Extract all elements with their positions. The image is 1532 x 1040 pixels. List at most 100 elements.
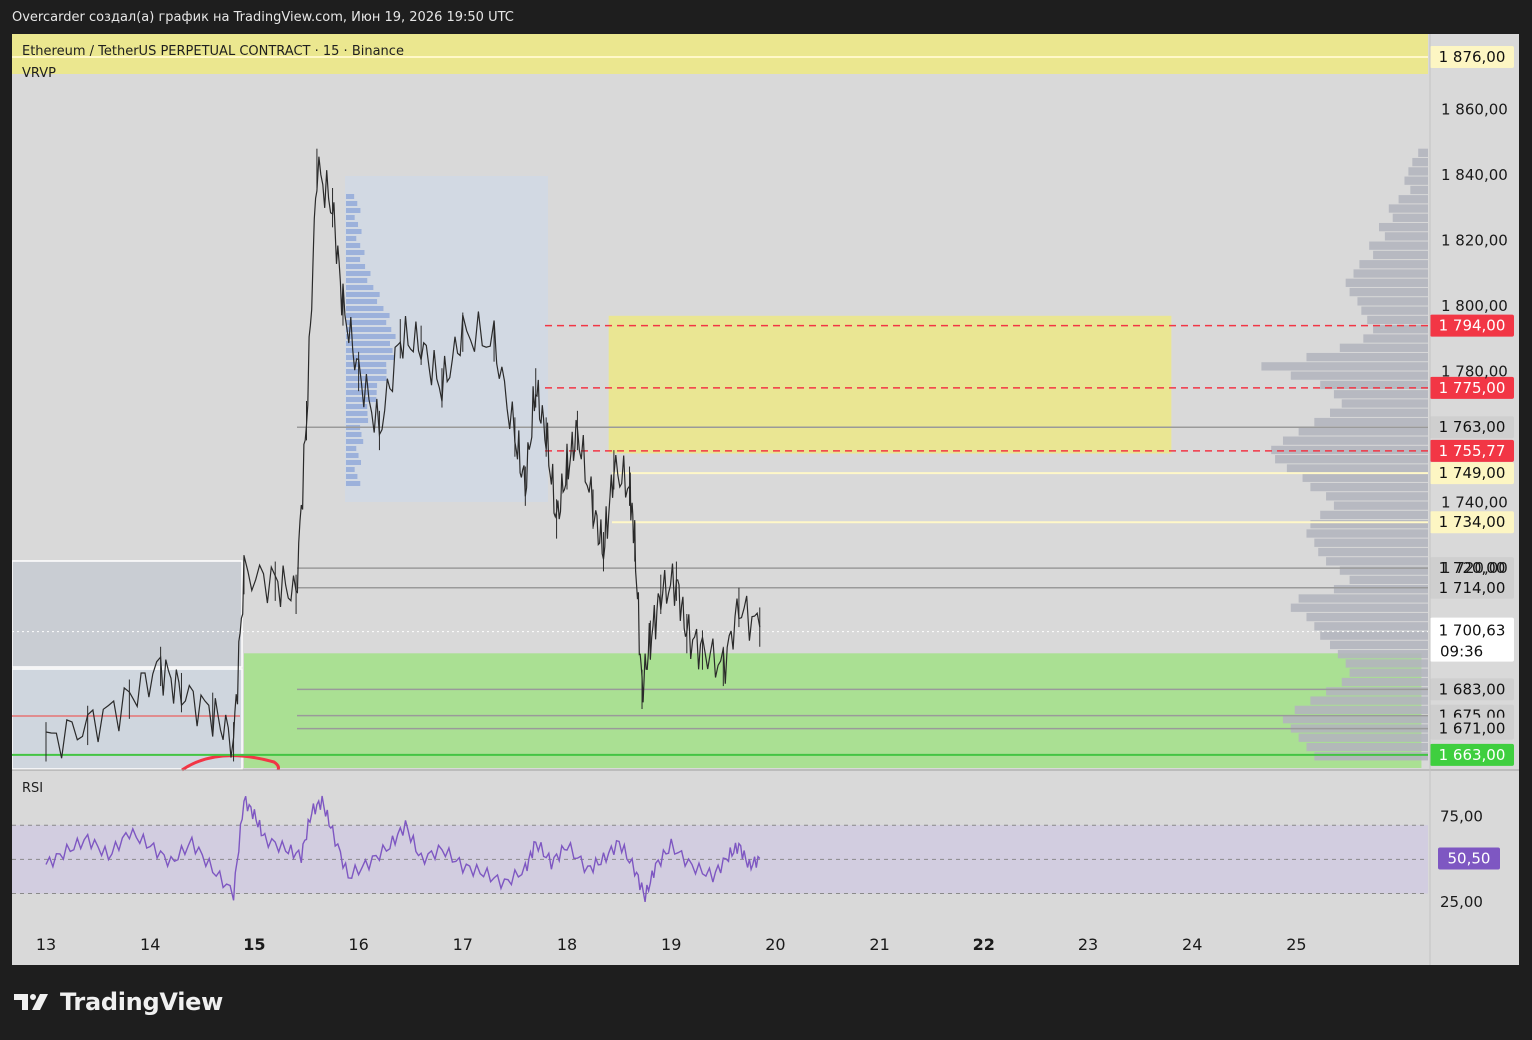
- volume-profile-bar: [1326, 557, 1428, 566]
- price-label: 1 683,00: [1439, 680, 1506, 698]
- chart-frame[interactable]: 1 876,00 1 794,00 1 775,00 1 763,00 1 755,77…: [12, 34, 1519, 965]
- volume-profile-bar: [1341, 399, 1428, 408]
- price-tick: 1 780,00: [1441, 363, 1508, 381]
- price-label: 1 876,00: [1439, 48, 1506, 66]
- time-tick: 25: [1286, 935, 1306, 954]
- volume-profile-bar: [1398, 195, 1428, 204]
- price-label: 1 794,00: [1439, 317, 1506, 335]
- volume-profile-bar: [1298, 427, 1428, 436]
- volume-profile-bar: [1330, 640, 1428, 650]
- session-vp-bar: [346, 194, 355, 199]
- indicator-label-vrvp[interactable]: VRVP: [22, 66, 56, 81]
- volume-profile-bar: [1418, 148, 1428, 157]
- volume-profile-bar: [1286, 464, 1428, 473]
- volume-profile-bar: [1306, 742, 1428, 752]
- session-vp-bar: [346, 481, 361, 486]
- indicator-label-rsi[interactable]: RSI: [22, 781, 43, 796]
- time-tick: 14: [140, 935, 160, 954]
- volume-profile-bar: [1306, 529, 1428, 538]
- volume-profile-bar: [1320, 631, 1428, 640]
- session-vp-bar: [346, 229, 362, 234]
- session-vp-bar: [346, 369, 387, 374]
- volume-profile-bar: [1282, 436, 1428, 445]
- volume-profile-bar: [1384, 232, 1428, 241]
- last-price-label: 1 700,63: [1439, 622, 1506, 640]
- range-box-upper: [12, 560, 243, 668]
- session-vp-bar: [346, 327, 392, 332]
- price-label: 1 714,00: [1439, 579, 1506, 597]
- time-tick: 16: [348, 935, 368, 954]
- session-vp-bar: [346, 439, 364, 444]
- session-vp-bar: [346, 320, 387, 325]
- price-label: 1 734,00: [1439, 513, 1506, 531]
- volume-profile-bar: [1349, 287, 1428, 297]
- price-label: 1 775,00: [1439, 379, 1506, 397]
- session-vp-bar: [346, 432, 362, 437]
- session-vp-bar: [346, 453, 359, 458]
- volume-profile-bar: [1412, 157, 1428, 167]
- rsi-tick: 25,00: [1440, 893, 1483, 911]
- volume-profile-bar: [1261, 362, 1428, 371]
- session-vp-bar: [346, 411, 368, 416]
- time-tick: 17: [453, 935, 473, 954]
- volume-profile-bar: [1369, 241, 1428, 250]
- volume-profile-bar: [1314, 417, 1428, 427]
- volume-profile-bar: [1404, 176, 1428, 185]
- session-vp-bar: [346, 446, 357, 451]
- session-vp-bar: [346, 271, 371, 276]
- rsi-tick: 75,00: [1440, 808, 1483, 826]
- volume-profile-bar: [1314, 538, 1428, 547]
- session-vp-bar: [346, 467, 355, 472]
- session-vp-bar: [346, 215, 355, 220]
- volume-profile-bar: [1361, 306, 1428, 315]
- volume-profile-bar: [1326, 687, 1428, 696]
- volume-profile-bar: [1408, 167, 1428, 176]
- price-label: 1 755,77: [1439, 442, 1506, 460]
- volume-profile-bar: [1310, 696, 1428, 705]
- volume-profile-bar: [1271, 445, 1428, 455]
- session-vp-bar: [346, 292, 380, 297]
- volume-profile-bar: [1318, 547, 1428, 557]
- chart-canvas[interactable]: 1 876,00 1 794,00 1 775,00 1 763,00 1 755,77…: [12, 34, 1519, 965]
- session-vp-bar: [346, 397, 377, 402]
- chart-caption: Overcarder создал(а) график на TradingVi…: [12, 10, 514, 25]
- session-vp-bar: [346, 243, 361, 248]
- session-vp-bar: [346, 208, 361, 213]
- rsi-value-label: 50,50: [1448, 850, 1491, 868]
- price-tick: 1 860,00: [1441, 100, 1508, 118]
- volume-profile-bar: [1298, 733, 1428, 742]
- price-label: 1 749,00: [1439, 464, 1506, 482]
- session-vp-bar: [346, 201, 358, 206]
- volume-profile-bar: [1310, 482, 1428, 492]
- time-tick: 13: [36, 935, 56, 954]
- volume-profile-bar: [1359, 260, 1428, 269]
- session-vp-bar: [346, 474, 358, 479]
- volume-profile-bar: [1367, 315, 1428, 325]
- volume-profile-bar: [1326, 492, 1428, 501]
- price-tick: 1 800,00: [1441, 297, 1508, 315]
- time-tick: 20: [765, 935, 785, 954]
- session-vp-bar: [346, 285, 374, 290]
- volume-profile-bar: [1345, 659, 1428, 668]
- volume-profile-bar: [1349, 575, 1428, 585]
- time-tick: 19: [661, 935, 681, 954]
- yellow-zone[interactable]: [608, 315, 1172, 454]
- volume-profile-bar: [1333, 501, 1428, 510]
- volume-profile-bar: [1290, 371, 1428, 380]
- price-label: 1 763,00: [1439, 418, 1506, 436]
- volume-profile-bar: [1333, 390, 1428, 399]
- volume-profile-bar: [1341, 677, 1428, 687]
- session-vp-bar: [346, 460, 362, 465]
- tradingview-logo[interactable]: TradingView: [14, 988, 223, 1016]
- volume-profile-bar: [1333, 585, 1428, 594]
- session-vp-bar: [346, 278, 368, 283]
- session-vp-bar: [346, 313, 390, 318]
- tradingview-wordmark: TradingView: [60, 988, 223, 1016]
- green-zone[interactable]: [243, 653, 1422, 768]
- session-vp-bar: [346, 334, 396, 339]
- volume-profile-bar: [1306, 352, 1428, 362]
- symbol-title[interactable]: Ethereum / TetherUS PERPETUAL CONTRACT ·…: [22, 44, 404, 59]
- session-vp-bar: [346, 250, 365, 255]
- volume-profile-bar: [1302, 473, 1428, 482]
- volume-profile-bar: [1345, 278, 1428, 287]
